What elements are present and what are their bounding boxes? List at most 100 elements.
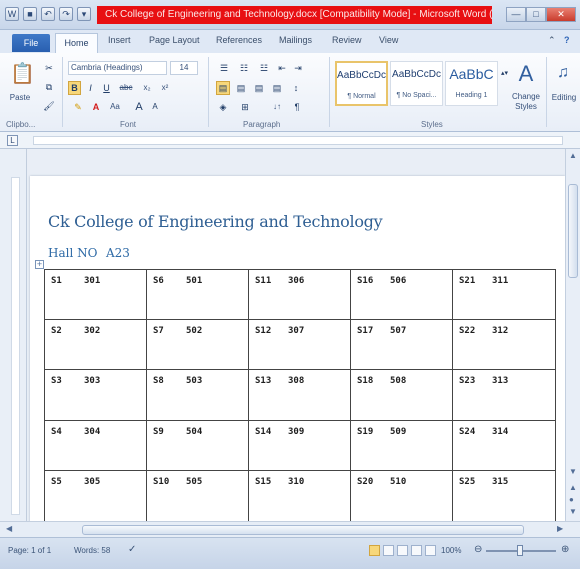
tab-insert[interactable]: Insert bbox=[108, 35, 131, 45]
table-cell[interactable]: S10 505 bbox=[147, 470, 249, 521]
italic-button[interactable]: I bbox=[84, 81, 97, 95]
seating-table[interactable]: S1 301 S6 501 S11 306 S16 506 S21 311 S2 302 S7 502 S1… bbox=[44, 269, 556, 521]
print-layout-view-icon[interactable] bbox=[369, 545, 380, 556]
style-heading-1[interactable]: AaBbC Heading 1 bbox=[445, 61, 498, 106]
table-cell[interactable]: S16 506 bbox=[351, 270, 453, 321]
minimize-button[interactable]: — bbox=[506, 7, 526, 22]
horizontal-scrollbar[interactable]: ◀ ▶ bbox=[0, 521, 580, 537]
paste-icon[interactable]: 📋 bbox=[9, 59, 35, 89]
table-cell[interactable]: S7 502 bbox=[147, 320, 249, 371]
outline-view-icon[interactable] bbox=[411, 545, 422, 556]
table-cell[interactable]: S3 303 bbox=[45, 370, 147, 421]
styles-scroll-icon[interactable]: ▴▾ bbox=[500, 67, 508, 103]
close-button[interactable]: ✕ bbox=[546, 7, 576, 22]
change-styles-button[interactable]: Change Styles bbox=[509, 91, 543, 113]
line-spacing-icon[interactable]: ↕ bbox=[289, 81, 303, 95]
multilevel-list-icon[interactable]: ☳ bbox=[256, 61, 272, 75]
scroll-right-icon[interactable]: ▶ bbox=[557, 524, 563, 533]
bold-button[interactable]: B bbox=[68, 81, 81, 95]
table-cell[interactable]: S23 313 bbox=[453, 370, 555, 421]
document-page[interactable]: Ck College of Engineering and Technology… bbox=[30, 176, 565, 521]
copy-icon[interactable]: ⧉ bbox=[41, 80, 57, 94]
tab-selector-icon[interactable]: L bbox=[7, 135, 18, 146]
word-count[interactable]: Words: 58 bbox=[74, 546, 110, 555]
table-cell[interactable]: S19 509 bbox=[351, 420, 453, 471]
next-page-icon[interactable]: ▼ bbox=[569, 507, 577, 516]
table-cell[interactable]: S9 504 bbox=[147, 420, 249, 471]
zoom-in-icon[interactable]: ⊕ bbox=[561, 544, 569, 555]
scroll-left-icon[interactable]: ◀ bbox=[6, 524, 12, 533]
table-cell[interactable]: S21 311 bbox=[453, 270, 555, 321]
justify-icon[interactable]: ▤ bbox=[270, 81, 284, 95]
zoom-out-icon[interactable]: ⊖ bbox=[474, 544, 482, 555]
table-cell[interactable]: S20 510 bbox=[351, 470, 453, 521]
align-center-icon[interactable]: ▤ bbox=[234, 81, 248, 95]
font-size-dropdown[interactable]: 14 bbox=[170, 61, 198, 75]
increase-indent-icon[interactable]: ⇥ bbox=[292, 61, 304, 75]
borders-icon[interactable]: ⊞ bbox=[236, 100, 254, 114]
tab-references[interactable]: References bbox=[216, 35, 262, 45]
sort-button[interactable]: ↓↑ bbox=[268, 100, 286, 114]
tab-view[interactable]: View bbox=[379, 35, 398, 45]
cut-icon[interactable]: ✂ bbox=[41, 61, 57, 75]
table-cell[interactable]: S14 309 bbox=[249, 420, 351, 471]
underline-button[interactable]: U bbox=[100, 81, 113, 95]
table-cell[interactable]: S12 307 bbox=[249, 320, 351, 371]
align-right-icon[interactable]: ▤ bbox=[252, 81, 266, 95]
tab-file[interactable]: File bbox=[12, 34, 50, 52]
proofing-icon[interactable]: ✓ bbox=[128, 544, 136, 555]
table-cell[interactable]: S15 310 bbox=[249, 470, 351, 521]
browse-object-icon[interactable]: ● bbox=[569, 495, 574, 504]
vertical-ruler-track[interactable] bbox=[11, 177, 20, 515]
table-cell[interactable]: S24 314 bbox=[453, 421, 555, 471]
table-cell[interactable]: S18 508 bbox=[351, 370, 453, 421]
help-icon[interactable]: ? bbox=[564, 35, 570, 45]
full-screen-view-icon[interactable] bbox=[383, 545, 394, 556]
decrease-indent-icon[interactable]: ⇤ bbox=[276, 61, 288, 75]
customize-toolbar-icon[interactable]: ▾ bbox=[77, 7, 91, 21]
highlight-icon[interactable]: ✎ bbox=[71, 100, 85, 114]
page-count[interactable]: Page: 1 of 1 bbox=[8, 546, 51, 555]
strikethrough-button[interactable]: abc bbox=[116, 81, 136, 95]
superscript-button[interactable]: x² bbox=[157, 81, 173, 95]
format-painter-icon[interactable]: 🖌 bbox=[41, 99, 57, 113]
font-color-button[interactable]: A bbox=[89, 100, 103, 114]
horizontal-scroll-thumb[interactable] bbox=[82, 525, 524, 535]
table-cell[interactable]: S17 507 bbox=[351, 320, 453, 371]
editing-button[interactable]: Editing bbox=[549, 91, 579, 105]
table-cell[interactable]: S22 312 bbox=[453, 320, 555, 371]
draft-view-icon[interactable] bbox=[425, 545, 436, 556]
table-cell[interactable]: S25 315 bbox=[453, 471, 555, 521]
font-name-dropdown[interactable]: Cambria (Headings) bbox=[68, 61, 167, 75]
tab-review[interactable]: Review bbox=[332, 35, 362, 45]
undo-icon[interactable]: ↶ bbox=[41, 7, 55, 21]
subscript-button[interactable]: x₂ bbox=[139, 81, 155, 95]
shading-icon[interactable]: ◈ bbox=[216, 100, 230, 114]
maximize-button[interactable]: □ bbox=[526, 7, 546, 22]
ruler-track[interactable] bbox=[33, 136, 563, 145]
show-formatting-button[interactable]: ¶ bbox=[290, 100, 304, 114]
style-normal[interactable]: AaBbCcDc ¶ Normal bbox=[335, 61, 388, 106]
paste-button[interactable]: Paste bbox=[5, 91, 35, 105]
zoom-slider-thumb[interactable] bbox=[517, 545, 523, 556]
table-cell[interactable]: S6 501 bbox=[147, 270, 249, 321]
table-cell[interactable]: S4 304 bbox=[45, 420, 147, 471]
vertical-scroll-thumb[interactable] bbox=[568, 184, 578, 278]
align-left-icon[interactable]: ▤ bbox=[216, 81, 230, 95]
save-icon[interactable]: ■ bbox=[23, 7, 37, 21]
table-cell[interactable]: S5 305 bbox=[45, 470, 147, 521]
tab-mailings[interactable]: Mailings bbox=[279, 35, 312, 45]
table-cell[interactable]: S11 306 bbox=[249, 270, 351, 321]
grow-font-button[interactable]: A bbox=[132, 100, 146, 114]
change-case-button[interactable]: Aa bbox=[106, 100, 124, 114]
bullets-icon[interactable]: ☰ bbox=[216, 61, 232, 75]
tab-page-layout[interactable]: Page Layout bbox=[149, 35, 200, 45]
table-cell[interactable]: S13 308 bbox=[249, 370, 351, 421]
web-layout-view-icon[interactable] bbox=[397, 545, 408, 556]
tab-home[interactable]: Home bbox=[55, 33, 98, 54]
vertical-scrollbar[interactable]: ▲ ▼ ▲ ● ▼ bbox=[565, 149, 580, 521]
redo-icon[interactable]: ↷ bbox=[59, 7, 73, 21]
table-cell[interactable]: S2 302 bbox=[45, 320, 147, 371]
table-cell[interactable]: S1 301 bbox=[45, 270, 147, 321]
style-no-spacing[interactable]: AaBbCcDc ¶ No Spaci... bbox=[390, 61, 443, 106]
